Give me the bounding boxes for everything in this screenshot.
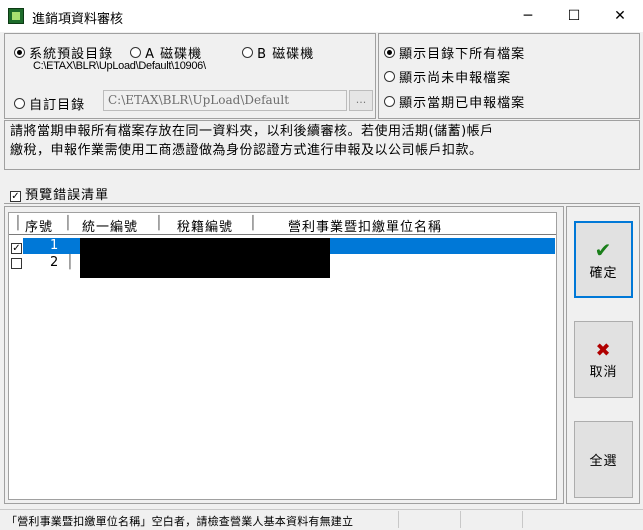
cancel-button[interactable]: ✖ 取消 (574, 321, 633, 398)
col-header-company-name[interactable]: 營利事業暨扣繳單位名稱 (288, 216, 442, 235)
status-divider (398, 511, 399, 528)
select-all-button[interactable]: 全選 (574, 421, 633, 498)
x-icon: ✖ (595, 339, 612, 361)
checkbox-icon[interactable] (11, 258, 22, 269)
maximize-button[interactable]: ☐ (551, 0, 597, 32)
window-title: 進銷項資料審核 (32, 12, 124, 27)
checkbox-icon[interactable]: ✓ (10, 191, 21, 202)
header-separator: │ (249, 216, 257, 231)
header-separator: │ (64, 216, 72, 231)
preview-error-checkbox[interactable]: ✓ 預覽錯誤清單 (10, 184, 109, 203)
row-1-no: 1 (50, 238, 59, 253)
row-1-checkbox[interactable]: ✓ (11, 240, 22, 255)
confirm-label: 確定 (589, 266, 618, 281)
col-header-ban[interactable]: 統一編號 (82, 216, 138, 235)
radio-drive-b-label: B 磁碟機 (257, 47, 315, 62)
notice-line-2: 繳稅，申報作業需使用工商憑證做為身份認證方式進行申報及以公司帳戶扣款。 (10, 143, 483, 158)
radio-icon[interactable] (384, 96, 395, 107)
radio-icon[interactable] (14, 98, 25, 109)
row-2-no: 2 (50, 255, 59, 270)
radio-show-filed[interactable]: 顯示當期已申報檔案 (384, 92, 525, 111)
header-separator: │ (155, 216, 163, 231)
radio-custom-dir-label: 自訂目錄 (29, 98, 86, 113)
col-header-tax-id[interactable]: 稅籍編號 (177, 216, 233, 235)
radio-icon[interactable] (384, 47, 395, 58)
confirm-button[interactable]: ✔ 確定 (574, 221, 633, 298)
notice-line-1: 請將當期申報所有檔案存放在同一資料夾，以利後續審核。若使用活期(儲蓄)帳戶 (10, 124, 494, 139)
status-divider (522, 511, 523, 528)
row-2-checkbox[interactable] (11, 258, 22, 273)
radio-custom-dir[interactable]: 自訂目錄 (14, 94, 85, 113)
custom-path-field[interactable]: C:\ETAX\BLR\UpLoad\Default (103, 90, 347, 111)
radio-icon[interactable] (384, 71, 395, 82)
radio-icon[interactable] (130, 47, 141, 58)
radio-show-all-label: 顯示目錄下所有檔案 (399, 47, 526, 62)
default-path-text: C:\ETAX\BLR\UpLoad\Default\10906\ (33, 60, 206, 72)
checkbox-icon[interactable]: ✓ (11, 243, 22, 254)
radio-show-filed-label: 顯示當期已申報檔案 (399, 96, 526, 111)
row-separator: │ (66, 255, 74, 270)
app-icon (8, 8, 24, 24)
status-text: 「營利事業暨扣繳單位名稱」空白者，請檢查營業人基本資料有無建立 (6, 515, 354, 528)
radio-icon[interactable] (14, 47, 25, 58)
redacted-block (80, 238, 330, 278)
radio-drive-b[interactable]: B 磁碟機 (242, 43, 314, 62)
cancel-label: 取消 (589, 364, 618, 380)
header-separator: │ (14, 216, 22, 231)
col-header-no[interactable]: 序號 (25, 216, 53, 235)
preview-error-label: 預覽錯誤清單 (25, 188, 110, 203)
status-divider (460, 511, 461, 528)
minimize-button[interactable]: ─ (505, 0, 551, 32)
radio-icon[interactable] (242, 47, 253, 58)
check-icon: ✔ (594, 238, 613, 262)
radio-show-all[interactable]: 顯示目錄下所有檔案 (384, 43, 525, 62)
close-button[interactable]: ✕ (597, 0, 643, 32)
select-all-label: 全選 (589, 454, 618, 469)
radio-show-unfiled[interactable]: 顯示尚未申報檔案 (384, 67, 511, 86)
notice-text: 請將當期申報所有檔案存放在同一資料夾，以利後續審核。若使用活期(儲蓄)帳戶 繳稅… (10, 122, 630, 160)
browse-button[interactable]: ... (349, 90, 373, 111)
radio-show-unfiled-label: 顯示尚未申報檔案 (399, 71, 512, 86)
